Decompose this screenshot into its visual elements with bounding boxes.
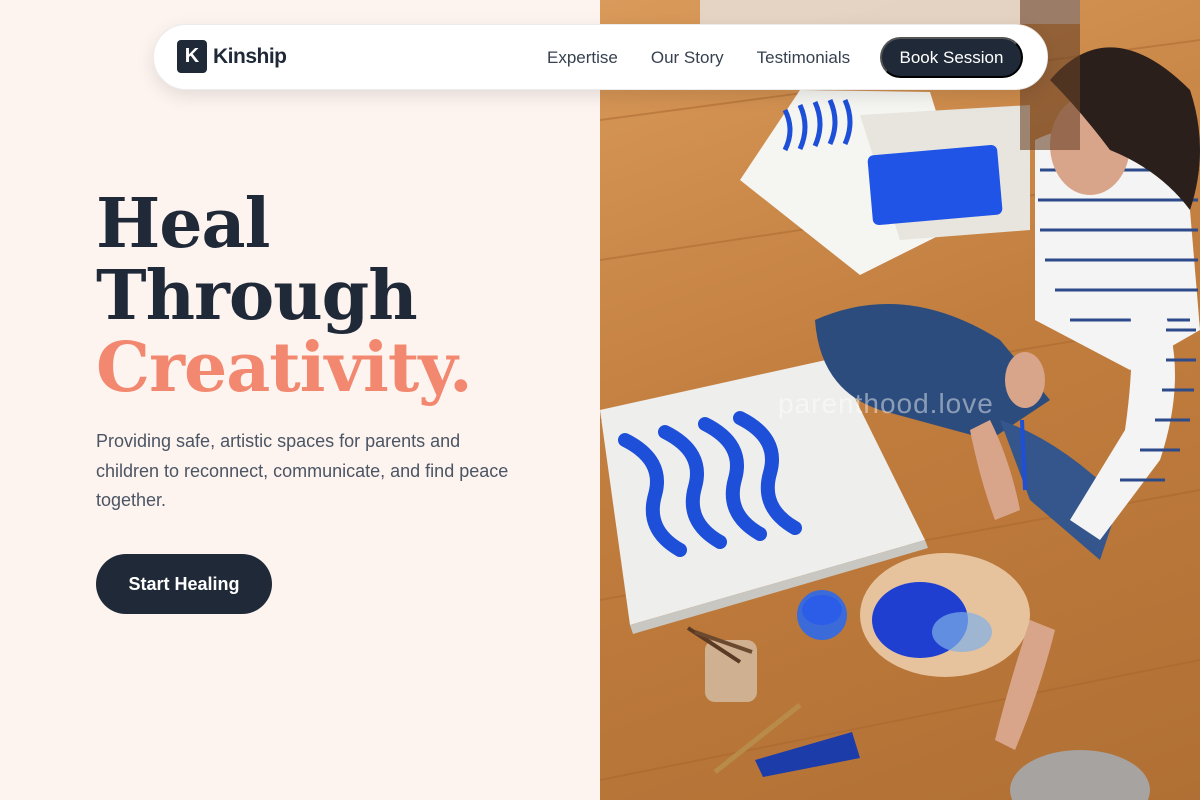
- brand-name: Kinship: [213, 44, 287, 68]
- logo-mark-icon: K: [177, 40, 207, 73]
- brand-logo[interactable]: K Kinship: [177, 40, 287, 73]
- landing-page: Heal Through Creativity. Providing safe,…: [0, 0, 1200, 800]
- headline-line-2: Through: [96, 256, 418, 336]
- headline-line-3: Creativity.: [96, 328, 473, 408]
- nav-link-testimonials[interactable]: Testimonials: [757, 48, 851, 68]
- hero-section: Heal Through Creativity. Providing safe,…: [0, 0, 600, 800]
- hero-photo: parenthood.love: [600, 0, 1200, 800]
- top-navigation: K Kinship Expertise Our Story Testimonia…: [153, 24, 1048, 90]
- hero-headline: Heal Through Creativity.: [96, 184, 473, 408]
- hero-subtext: Providing safe, artistic spaces for pare…: [96, 431, 509, 510]
- watermark-text: parenthood.love: [778, 388, 994, 419]
- headline-line-1: Heal: [96, 184, 270, 264]
- nav-link-our-story[interactable]: Our Story: [651, 48, 724, 68]
- nav-link-expertise[interactable]: Expertise: [547, 48, 618, 68]
- nav-links: Expertise Our Story Testimonials: [547, 25, 883, 91]
- start-healing-button[interactable]: Start Healing: [96, 554, 272, 614]
- book-session-button[interactable]: Book Session: [880, 37, 1023, 78]
